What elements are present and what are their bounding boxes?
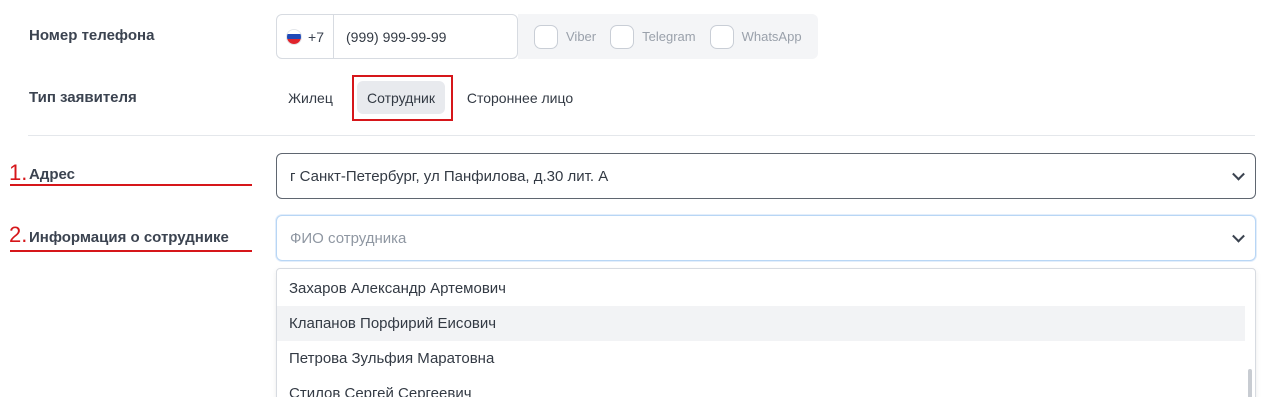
chevron-down-icon[interactable]: [1232, 167, 1245, 181]
annotation-underline-2: [10, 250, 252, 252]
country-code-selector[interactable]: +7: [277, 15, 334, 58]
employee-dropdown: Захаров Александр Артемович Клапанов Пор…: [276, 268, 1256, 397]
address-value: г Санкт-Петербург, ул Панфилова, д.30 ли…: [290, 167, 609, 185]
dropdown-option[interactable]: Захаров Александр Артемович: [277, 271, 1245, 306]
employee-select[interactable]: ФИО сотрудника: [276, 215, 1256, 261]
address-label: Адрес: [29, 166, 76, 183]
viber-label: Viber: [566, 29, 597, 44]
applicant-type-outsider[interactable]: Стороннее лицо: [460, 81, 580, 114]
dropdown-option[interactable]: Петрова Зульфия Маратовна: [277, 341, 1245, 376]
annotation-marker-1: 1.: [9, 160, 28, 185]
telegram-label: Telegram: [642, 29, 696, 44]
address-select[interactable]: г Санкт-Петербург, ул Панфилова, д.30 ли…: [276, 153, 1256, 199]
chevron-down-icon[interactable]: [1232, 229, 1245, 243]
viber-option[interactable]: Viber: [534, 24, 597, 49]
whatsapp-label: WhatsApp: [741, 29, 802, 44]
russia-flag-icon: [286, 28, 303, 45]
annotation-marker-2: 2.: [9, 222, 28, 247]
telegram-checkbox[interactable]: [610, 24, 635, 49]
phone-input[interactable]: (999) 999-99-99: [334, 29, 446, 45]
annotation-underline-1: [10, 184, 252, 186]
dropdown-option[interactable]: Клапанов Порфирий Еисович: [277, 306, 1245, 341]
phone-field[interactable]: +7 (999) 999-99-99: [276, 14, 518, 59]
telegram-option[interactable]: Telegram: [610, 24, 696, 49]
country-code: +7: [308, 28, 324, 45]
highlight-frame: [352, 75, 453, 121]
employee-info-label: Информация о сотруднике: [29, 229, 229, 246]
applicant-type-resident[interactable]: Жилец: [279, 81, 342, 114]
dropdown-option[interactable]: Стилов Сергей Сергеевич: [277, 376, 1245, 397]
whatsapp-checkbox[interactable]: [709, 24, 734, 49]
section-divider: [28, 135, 1255, 136]
messenger-options: Viber Telegram WhatsApp: [518, 14, 818, 59]
viber-checkbox[interactable]: [534, 24, 558, 49]
applicant-type-label: Тип заявителя: [29, 89, 137, 106]
employee-placeholder: ФИО сотрудника: [290, 229, 407, 247]
phone-label: Номер телефона: [29, 27, 155, 44]
dropdown-scrollbar[interactable]: [1248, 369, 1252, 397]
whatsapp-option[interactable]: WhatsApp: [709, 24, 802, 49]
